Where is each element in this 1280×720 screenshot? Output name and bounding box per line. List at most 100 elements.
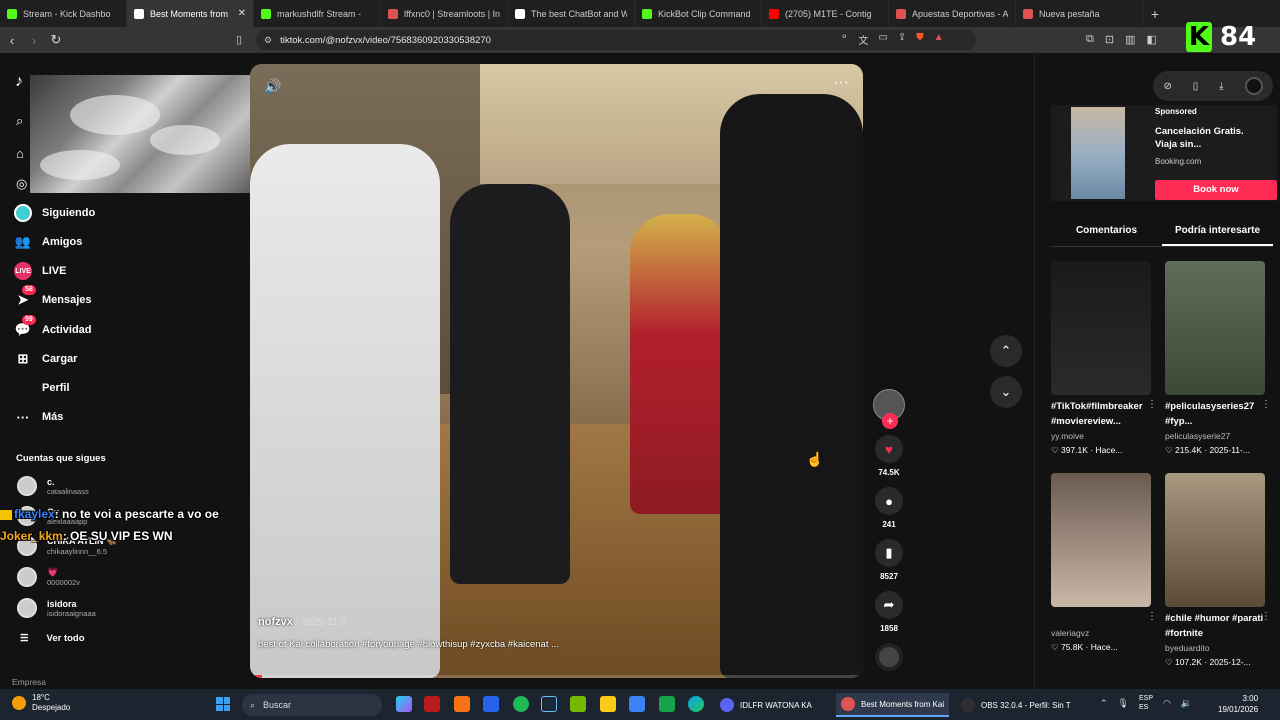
ad-cta-button[interactable]: Book now — [1155, 180, 1277, 200]
new-tab-button[interactable]: + — [1143, 6, 1167, 22]
windows-start-icon[interactable] — [216, 697, 230, 711]
nvidia-icon[interactable] — [570, 696, 586, 712]
save-button[interactable]: ▮ 8527 — [875, 539, 903, 581]
followed-account[interactable]: isidora isidoraaignaaa — [17, 598, 96, 618]
tiktok-logo-icon[interactable]: ♪ — [15, 73, 23, 91]
video-player[interactable]: 🔊 ··· nofzvx · 2025-11-3 best of Kai col… — [250, 64, 863, 678]
see-all-button[interactable]: ☰ Ver todo — [20, 633, 85, 644]
explore-icon[interactable]: ◎ — [16, 176, 27, 192]
share-button[interactable]: ➦ 1858 — [875, 591, 903, 633]
red-app-icon[interactable] — [424, 696, 440, 712]
sidebar-item-más[interactable]: ··· Más — [14, 406, 64, 428]
previous-video-button[interactable]: ⌃ — [990, 335, 1022, 367]
brave-shield-icon[interactable]: ⛊ — [916, 32, 924, 47]
card-more-icon[interactable]: ⋮ — [1261, 611, 1271, 622]
volume-icon[interactable]: 🔊 — [264, 78, 281, 95]
spotify-icon[interactable] — [513, 696, 529, 712]
language-indicator[interactable]: ESP ES — [1139, 694, 1153, 712]
tray-chevron-icon[interactable]: ⌃ — [1100, 698, 1108, 709]
site-info-icon[interactable]: ⚙ — [264, 35, 272, 46]
next-video-button[interactable]: ⌄ — [990, 376, 1022, 408]
blue-app-icon[interactable] — [483, 696, 499, 712]
video-card[interactable]: ⋮ valeriagvz ♡ 75.8K · Hace... — [1051, 473, 1157, 653]
video-thumbnail[interactable] — [1051, 473, 1151, 607]
followed-account[interactable]: c. cataalinaass — [17, 476, 89, 496]
video-card[interactable]: ⋮ #chile #humor #parati #fortnite byeduard… — [1165, 473, 1271, 668]
browser-tab[interactable]: (2705) M1TE - Contig — [762, 0, 889, 27]
copilot-icon[interactable] — [396, 696, 412, 712]
video-author[interactable]: nofzvx — [258, 616, 293, 628]
sidebar-item-live[interactable]: LIVE LIVE — [14, 260, 66, 282]
nvidia-app-icon[interactable] — [659, 696, 675, 712]
user-avatar[interactable] — [1244, 77, 1263, 95]
close-tab-icon[interactable]: ✕ — [238, 8, 246, 19]
reload-icon[interactable]: ↻ — [46, 32, 66, 48]
edge-icon[interactable] — [688, 696, 704, 712]
steam-icon[interactable] — [541, 696, 557, 712]
taskbar-window[interactable]: OBS 32.0.4 - Perfil: Sin T — [956, 693, 1076, 717]
browser-tab[interactable]: markushdlfr Stream - — [254, 0, 381, 27]
home-icon[interactable]: ⌂ — [16, 146, 24, 161]
followed-account[interactable]: 💗 0000002v — [17, 567, 80, 587]
tab-comments[interactable]: Comentarios — [1051, 221, 1162, 246]
volume-icon[interactable]: 🔉 — [1181, 698, 1192, 709]
translate-icon[interactable]: 文 — [858, 32, 868, 47]
see-translation-link[interactable]: Ver traducción — [258, 659, 559, 670]
taskbar-window[interactable]: IDLFR WATONA KA — [715, 693, 817, 717]
taskbar-window[interactable]: Best Moments from Kai — [836, 693, 950, 717]
card-more-icon[interactable]: ⋮ — [1261, 399, 1271, 410]
card-more-icon[interactable]: ⋮ — [1147, 399, 1157, 410]
sidebar-item-siguiendo[interactable]: Siguiendo — [14, 202, 95, 224]
sidebar-item-cargar[interactable]: ⊞ Cargar — [14, 348, 78, 370]
video-thumbnail[interactable] — [1165, 473, 1265, 607]
creator-avatar[interactable]: + — [873, 389, 905, 429]
back-icon[interactable]: ‹ — [2, 33, 22, 48]
video-card[interactable]: ⋮ #TikTok#filmbreaker #moviereview... yy.m… — [1051, 261, 1157, 456]
link-icon[interactable]: ⊘ — [1163, 81, 1171, 92]
taskbar-search[interactable]: ⌕ Buscar — [242, 694, 382, 716]
video-card[interactable]: ⋮ #peliculasyseries27 #fyp... peliculasyse… — [1165, 261, 1271, 456]
comment-button[interactable]: ● 241 — [875, 487, 903, 529]
browser-tab[interactable]: KickBot Clip Command — [635, 0, 762, 27]
library-icon[interactable]: ▥ — [1125, 33, 1135, 46]
cast-icon[interactable]: ▭ — [878, 32, 887, 47]
card-more-icon[interactable]: ⋮ — [1147, 611, 1157, 622]
download-icon[interactable]: ⤓ — [1219, 81, 1223, 92]
video-description[interactable]: best of Kai collaboration #foryoupage #b… — [258, 639, 559, 650]
follow-plus-icon[interactable]: + — [882, 413, 898, 429]
browser-tab[interactable]: Stream - Kick Dashbo — [0, 0, 127, 27]
forward-icon[interactable]: › — [24, 33, 44, 48]
rewards-icon[interactable]: ▲ — [934, 32, 944, 47]
video-thumbnail[interactable] — [1051, 261, 1151, 395]
video-thumbnail[interactable] — [1165, 261, 1265, 395]
weather-widget[interactable]: 18°C Despejado — [12, 693, 70, 713]
like-button[interactable]: ♥ 74.5K — [875, 435, 903, 477]
phone-icon[interactable]: ▯ — [1193, 81, 1199, 92]
extensions-icon[interactable]: ⧉ — [1086, 33, 1094, 46]
system-clock[interactable]: 3:00 19/01/2026 — [1218, 693, 1258, 715]
video-progress-bar[interactable] — [250, 675, 863, 678]
bookmark-icon[interactable]: ▯ — [236, 33, 242, 46]
sidebar-item-amigos[interactable]: 👥 Amigos — [14, 231, 82, 253]
sidebar-item-mensajes[interactable]: ➤ 58 Mensajes — [14, 285, 92, 311]
store-icon[interactable] — [629, 696, 645, 712]
sidebar-toggle-icon[interactable]: ◧ — [1146, 33, 1156, 46]
sidebar-item-actividad[interactable]: 💬 99 Actividad — [14, 315, 92, 341]
share-icon[interactable]: ⇪ — [898, 32, 906, 47]
microphone-icon[interactable]: 🎙 — [1118, 698, 1129, 709]
sponsored-ad[interactable]: Sponsored Cancelación Gratis. Viaja sin.… — [1051, 105, 1277, 201]
file-explorer-icon[interactable] — [600, 696, 616, 712]
more-options-icon[interactable]: ··· — [833, 74, 849, 92]
sidebar-item-perfil[interactable]: Perfil — [14, 377, 70, 399]
browser-tab[interactable]: lffxnc0 | Streamloots | Inte — [381, 0, 508, 27]
browser-tab[interactable]: The best ChatBot and Wid — [508, 0, 635, 27]
company-link[interactable]: Empresa — [12, 677, 46, 687]
music-disc-icon[interactable] — [875, 643, 903, 671]
orange-app-icon[interactable] — [454, 696, 470, 712]
browser-tab[interactable]: Apuestas Deportivas - Ap — [889, 0, 1016, 27]
tab-you-may-like[interactable]: Podría interesarte — [1162, 221, 1273, 246]
wifi-icon[interactable]: ◠ — [1163, 698, 1171, 709]
no-tracking-icon[interactable]: ⚬ — [840, 32, 848, 47]
browser-tab[interactable]: Nueva pestaña — [1016, 0, 1143, 27]
screenshot-icon[interactable]: ⊡ — [1105, 33, 1114, 46]
